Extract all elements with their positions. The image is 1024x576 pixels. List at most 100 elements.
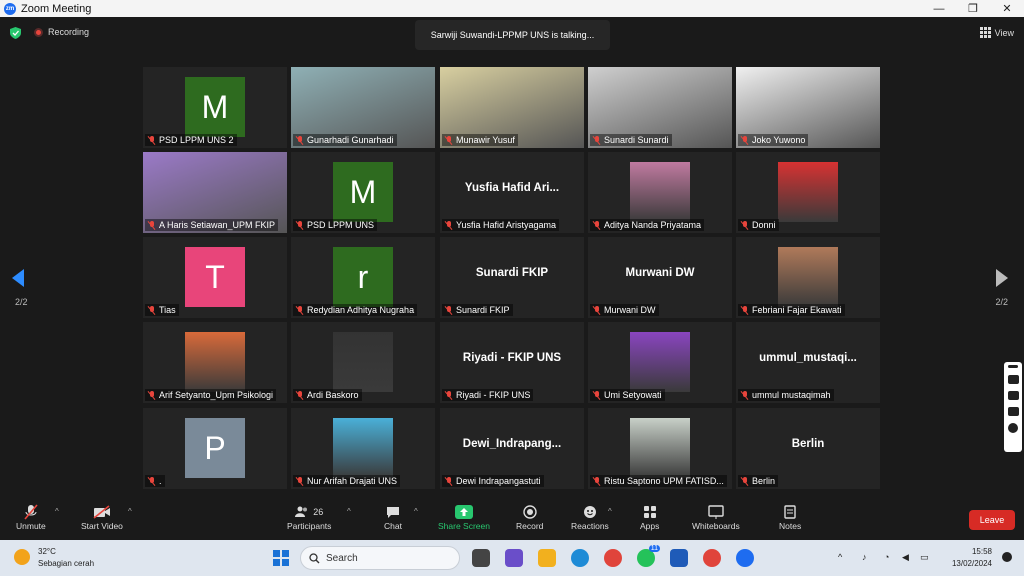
participant-photo bbox=[630, 332, 690, 392]
record-label: Record bbox=[516, 521, 544, 531]
whatsapp-icon[interactable]: 11 bbox=[637, 545, 660, 567]
battery-icon[interactable]: ▭ bbox=[920, 552, 929, 563]
tray-chevron-icon[interactable]: ^ bbox=[838, 552, 842, 562]
participant-tile[interactable]: r Redydian Adhitya Nugraha bbox=[291, 237, 435, 318]
share-screen-button[interactable]: Share Screen bbox=[438, 503, 490, 531]
participant-name-label: Febriani Fajar Ekawati bbox=[738, 304, 845, 316]
chat-caret-icon[interactable]: ^ bbox=[414, 507, 418, 516]
participant-tile[interactable]: A Haris Setiawan_UPM FKIP bbox=[143, 152, 287, 233]
participant-tile[interactable]: Sunardi Sunardi bbox=[588, 67, 732, 148]
participant-tile[interactable]: Murwani DW Murwani DW bbox=[588, 237, 732, 318]
participant-tile[interactable]: Nur Arifah Drajati UNS bbox=[291, 408, 435, 489]
notes-button[interactable]: Notes bbox=[779, 503, 801, 531]
record-button[interactable]: Record bbox=[516, 503, 543, 531]
reactions-caret-icon[interactable]: ^ bbox=[608, 507, 612, 516]
participant-tile[interactable]: ummul_mustaqi... ummul mustaqimah bbox=[736, 322, 880, 403]
recording-label[interactable]: Recording bbox=[48, 27, 89, 37]
reactions-button[interactable]: Reactions bbox=[571, 503, 609, 531]
participant-name-label: Ardi Baskoro bbox=[293, 389, 362, 401]
microphone-muted-icon bbox=[741, 390, 749, 400]
participant-tile[interactable]: Ristu Saptono UPM FATISD... bbox=[588, 408, 732, 489]
participant-tile[interactable]: Joko Yuwono bbox=[736, 67, 880, 148]
participant-tile[interactable]: Gunarhadi Gunarhadi bbox=[291, 67, 435, 148]
wifi-icon[interactable]: ◔ bbox=[884, 552, 889, 562]
participant-photo bbox=[333, 332, 393, 392]
weather-sun-icon[interactable] bbox=[14, 549, 30, 565]
participant-name: PSD LPPM UNS bbox=[307, 220, 375, 230]
minimize-button[interactable]: — bbox=[922, 0, 956, 17]
security-shield-icon[interactable] bbox=[10, 27, 21, 39]
chrome-profile-icon[interactable] bbox=[703, 549, 721, 567]
participant-tile[interactable]: Arif Setyanto_Upm Psikologi bbox=[143, 322, 287, 403]
participant-tile[interactable]: Dewi_Indrapang... Dewi Indrapangastuti bbox=[440, 408, 584, 489]
taskbar-search[interactable]: Search bbox=[300, 546, 460, 570]
participant-name: Murwani DW bbox=[604, 305, 656, 315]
participant-name-label: Berlin bbox=[738, 475, 779, 487]
start-video-button[interactable]: Start Video bbox=[81, 503, 123, 531]
close-button[interactable]: ✕ bbox=[990, 0, 1024, 17]
title-bar: zm Zoom Meeting — ❐ ✕ bbox=[0, 0, 1024, 17]
more-icon[interactable] bbox=[1008, 365, 1018, 368]
task-view-icon[interactable] bbox=[472, 549, 490, 567]
microphone-muted-icon bbox=[741, 476, 749, 486]
microphone-muted-icon bbox=[148, 305, 156, 315]
participants-button[interactable]: 26 Participants bbox=[287, 503, 331, 531]
weather-widget[interactable]: 32°C Sebagian cerah bbox=[38, 546, 94, 570]
grid-icon bbox=[979, 27, 991, 38]
leave-button[interactable]: Leave bbox=[969, 510, 1015, 530]
taskbar-clock[interactable]: 15:58 13/02/2024 bbox=[952, 546, 992, 570]
participant-name: ummul mustaqimah bbox=[752, 390, 831, 400]
microphone-muted-icon bbox=[148, 135, 156, 145]
participant-tile[interactable]: M PSD LPPM UNS bbox=[291, 152, 435, 233]
next-page-arrow-icon[interactable] bbox=[996, 269, 1008, 287]
participant-tile[interactable]: Aditya Nanda Priyatama bbox=[588, 152, 732, 233]
participant-tile[interactable]: Febriani Fajar Ekawati bbox=[736, 237, 880, 318]
participant-tile[interactable]: P. bbox=[143, 408, 287, 489]
notifications-icon[interactable] bbox=[1002, 552, 1012, 562]
participant-name: . bbox=[159, 476, 162, 486]
view-button[interactable]: View bbox=[979, 27, 1014, 38]
participant-tile[interactable]: Munawir Yusuf bbox=[440, 67, 584, 148]
participant-tile[interactable]: M PSD LPPM UNS 2 bbox=[143, 67, 287, 148]
audio-options-caret-icon[interactable]: ^ bbox=[55, 507, 59, 516]
microphone-muted-icon bbox=[296, 135, 304, 145]
participant-tile[interactable]: Umi Setyowati bbox=[588, 322, 732, 403]
unmute-button[interactable]: Unmute bbox=[16, 503, 46, 531]
windows-start-icon[interactable] bbox=[273, 550, 289, 566]
edge-icon[interactable] bbox=[571, 549, 589, 567]
zoom-taskbar-icon[interactable] bbox=[736, 549, 754, 567]
participant-tile[interactable]: Donni bbox=[736, 152, 880, 233]
participant-tile[interactable]: Ardi Baskoro bbox=[291, 322, 435, 403]
participant-display-name: Dewi_Indrapang... bbox=[462, 438, 562, 450]
window-icon[interactable] bbox=[1007, 407, 1019, 416]
settings-gear-icon[interactable] bbox=[1008, 423, 1018, 433]
participants-caret-icon[interactable]: ^ bbox=[347, 507, 351, 516]
participant-name: Gunarhadi Gunarhadi bbox=[307, 135, 394, 145]
participant-tile[interactable]: Riyadi - FKIP UNS Riyadi - FKIP UNS bbox=[440, 322, 584, 403]
participant-tile[interactable]: Yusfia Hafid Ari... Yusfia Hafid Aristyag… bbox=[440, 152, 584, 233]
volume-icon[interactable]: ◀ bbox=[902, 552, 909, 563]
participant-name: Redydian Adhitya Nugraha bbox=[307, 305, 415, 315]
previous-page-arrow-icon[interactable] bbox=[12, 269, 24, 287]
participant-tile[interactable]: T Tias bbox=[143, 237, 287, 318]
start-video-label: Start Video bbox=[81, 521, 123, 531]
chat-button[interactable]: Chat bbox=[384, 503, 402, 531]
maximize-button[interactable]: ❐ bbox=[956, 0, 990, 17]
video-options-caret-icon[interactable]: ^ bbox=[128, 507, 132, 516]
camera-icon[interactable] bbox=[1007, 375, 1019, 384]
chrome-icon[interactable] bbox=[604, 549, 622, 567]
file-explorer-icon[interactable] bbox=[538, 549, 556, 567]
participant-name-label: . bbox=[145, 475, 165, 487]
participant-name-label: Joko Yuwono bbox=[738, 134, 809, 146]
participant-tile[interactable]: Berlin Berlin bbox=[736, 408, 880, 489]
apps-button[interactable]: Apps bbox=[640, 503, 659, 531]
microphone-muted-icon bbox=[593, 305, 601, 315]
microphone-muted-icon bbox=[741, 135, 749, 145]
word-icon[interactable] bbox=[670, 549, 688, 567]
teams-icon[interactable] bbox=[505, 549, 523, 567]
whiteboards-button[interactable]: Whiteboards bbox=[692, 503, 740, 531]
tray-mic-icon[interactable]: ♪ bbox=[862, 552, 867, 562]
participant-tile[interactable]: Sunardi FKIP Sunardi FKIP bbox=[440, 237, 584, 318]
video-icon[interactable] bbox=[1007, 391, 1019, 400]
participant-avatar: P bbox=[185, 418, 245, 478]
